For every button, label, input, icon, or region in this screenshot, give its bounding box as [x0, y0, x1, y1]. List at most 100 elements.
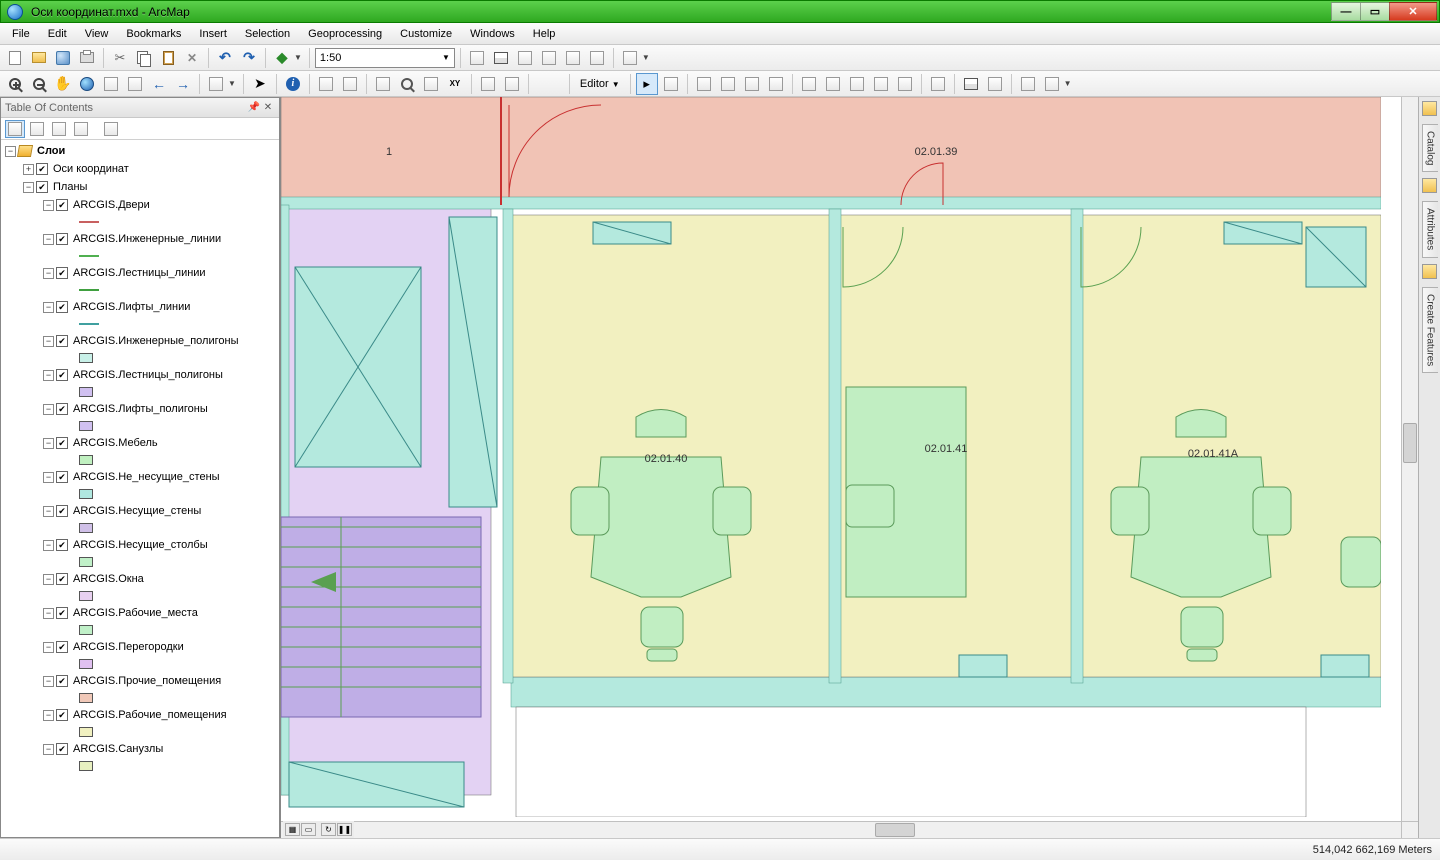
create-features-button[interactable] — [1017, 73, 1039, 95]
copy-button[interactable] — [133, 47, 155, 69]
layer-visibility-checkbox[interactable] — [56, 743, 68, 755]
window-close-button[interactable]: ✕ — [1389, 2, 1437, 21]
menu-insert[interactable]: Insert — [191, 26, 235, 42]
expander-icon[interactable]: − — [43, 540, 54, 551]
toc-layer-node[interactable]: −ARCGIS.Инженерные_линии — [1, 230, 279, 248]
toolbar-options-dropdown[interactable]: ▼ — [642, 53, 650, 62]
trace-tool[interactable] — [741, 73, 763, 95]
layer-visibility-checkbox[interactable] — [56, 267, 68, 279]
undo-button[interactable]: ↶ — [214, 47, 236, 69]
toc-layer-node[interactable]: −ARCGIS.Рабочие_помещения — [1, 706, 279, 724]
add-data-button[interactable]: ◆ — [271, 47, 293, 69]
toc-layer-node[interactable]: −Планы — [1, 178, 279, 196]
toc-close-button[interactable]: ✕ — [261, 101, 275, 115]
data-view-button[interactable]: ▦ — [285, 823, 300, 836]
select-features-dropdown[interactable]: ▼ — [228, 79, 236, 88]
toc-layer-node[interactable]: −ARCGIS.Перегородки — [1, 638, 279, 656]
zoom-in-tool[interactable] — [4, 73, 26, 95]
window-minimize-button[interactable]: — — [1331, 2, 1361, 21]
toc-list-by-drawing-order[interactable] — [5, 120, 25, 138]
toc-layer-node[interactable]: −ARCGIS.Окна — [1, 570, 279, 588]
expander-icon[interactable]: − — [23, 182, 34, 193]
expander-icon[interactable]: − — [43, 744, 54, 755]
measure-tool[interactable] — [372, 73, 394, 95]
expander-icon[interactable]: − — [43, 370, 54, 381]
split-tool[interactable] — [894, 73, 916, 95]
layer-visibility-checkbox[interactable] — [56, 199, 68, 211]
toc-layer-node[interactable]: −ARCGIS.Несущие_стены — [1, 502, 279, 520]
layer-visibility-checkbox[interactable] — [56, 539, 68, 551]
map-scale-combo[interactable]: 1:50 ▼ — [315, 48, 455, 68]
full-extent-button[interactable] — [76, 73, 98, 95]
menu-windows[interactable]: Windows — [462, 26, 523, 42]
goto-xy-tool[interactable]: XY — [444, 73, 466, 95]
toc-list-by-visibility[interactable] — [49, 120, 69, 138]
toc-list-by-selection[interactable] — [71, 120, 91, 138]
expander-icon[interactable]: − — [43, 268, 54, 279]
layer-visibility-checkbox[interactable] — [56, 369, 68, 381]
fixed-zoom-in-button[interactable] — [100, 73, 122, 95]
toc-pin-button[interactable]: 📌 — [247, 101, 261, 115]
layer-visibility-checkbox[interactable] — [56, 709, 68, 721]
next-extent-button[interactable]: → — [172, 73, 194, 95]
expander-icon[interactable]: − — [43, 234, 54, 245]
select-elements-tool[interactable]: ➤ — [249, 73, 271, 95]
sketch-properties-button[interactable] — [984, 73, 1006, 95]
editor-toolbar-button[interactable] — [466, 47, 488, 69]
layer-visibility-checkbox[interactable] — [56, 573, 68, 585]
layer-visibility-checkbox[interactable] — [56, 437, 68, 449]
pause-drawing-button[interactable]: ❚❚ — [337, 823, 352, 836]
toc-layer-node[interactable]: −ARCGIS.Лифты_полигоны — [1, 400, 279, 418]
map-view[interactable]: 102.01.3902.01.4002.01.4102.01.41А ▦ ▭ ↻… — [280, 97, 1418, 838]
straight-segment-tool[interactable] — [693, 73, 715, 95]
find-tool[interactable] — [396, 73, 418, 95]
layer-visibility-checkbox[interactable] — [56, 675, 68, 687]
toc-list-by-source[interactable] — [27, 120, 47, 138]
python-window-button[interactable] — [586, 47, 608, 69]
layer-visibility-checkbox[interactable] — [56, 301, 68, 313]
edit-annotation-tool[interactable] — [660, 73, 682, 95]
expander-icon[interactable]: − — [43, 608, 54, 619]
cut-polygons-tool[interactable] — [870, 73, 892, 95]
layer-visibility-checkbox[interactable] — [56, 233, 68, 245]
redo-button[interactable]: ↷ — [238, 47, 260, 69]
menu-geoprocessing[interactable]: Geoprocessing — [300, 26, 390, 42]
expander-icon[interactable]: + — [23, 164, 34, 175]
map-canvas[interactable]: 102.01.3902.01.4002.01.4102.01.41А — [281, 97, 1418, 838]
edit-vertices-tool[interactable] — [822, 73, 844, 95]
dock-tab-catalog[interactable]: Catalog — [1422, 124, 1438, 172]
expander-icon[interactable]: − — [43, 472, 54, 483]
window-maximize-button[interactable]: ▭ — [1360, 2, 1390, 21]
layer-visibility-checkbox[interactable] — [56, 607, 68, 619]
expander-icon[interactable]: − — [43, 438, 54, 449]
layer-visibility-checkbox[interactable] — [56, 641, 68, 653]
paste-button[interactable] — [157, 47, 179, 69]
add-data-dropdown[interactable]: ▼ — [294, 53, 302, 62]
refresh-button[interactable]: ↻ — [321, 823, 336, 836]
point-tool[interactable] — [798, 73, 820, 95]
cut-button[interactable]: ✂ — [109, 47, 131, 69]
toc-layer-node[interactable]: −ARCGIS.Инженерные_полигоны — [1, 332, 279, 350]
toc-layer-node[interactable]: −ARCGIS.Лифты_линии — [1, 298, 279, 316]
toc-layer-node[interactable]: −ARCGIS.Прочие_помещения — [1, 672, 279, 690]
delete-button[interactable]: ✕ — [181, 47, 203, 69]
menu-selection[interactable]: Selection — [237, 26, 298, 42]
toc-tree[interactable]: − Слои +Оси координат−Планы−ARCGIS.Двери… — [1, 140, 279, 837]
html-popup-tool[interactable] — [339, 73, 361, 95]
create-viewer-button[interactable] — [501, 73, 523, 95]
expander-icon[interactable]: − — [43, 642, 54, 653]
time-slider-button[interactable] — [477, 73, 499, 95]
toc-layer-node[interactable]: −ARCGIS.Мебель — [1, 434, 279, 452]
expander-icon[interactable]: − — [43, 336, 54, 347]
dock-tab-create-features[interactable]: Create Features — [1422, 287, 1438, 373]
map-horizontal-scrollbar[interactable]: ▦ ▭ ↻ ❚❚ — [281, 821, 1401, 838]
right-angle-tool[interactable] — [765, 73, 787, 95]
toc-layer-node[interactable]: −ARCGIS.Не_несущие_стены — [1, 468, 279, 486]
model-builder-button[interactable] — [619, 47, 641, 69]
new-button[interactable] — [4, 47, 26, 69]
toc-layer-node[interactable]: +Оси координат — [1, 160, 279, 178]
open-button[interactable] — [28, 47, 50, 69]
layout-view-button[interactable]: ▭ — [301, 823, 316, 836]
expander-icon[interactable]: − — [43, 302, 54, 313]
print-button[interactable] — [76, 47, 98, 69]
